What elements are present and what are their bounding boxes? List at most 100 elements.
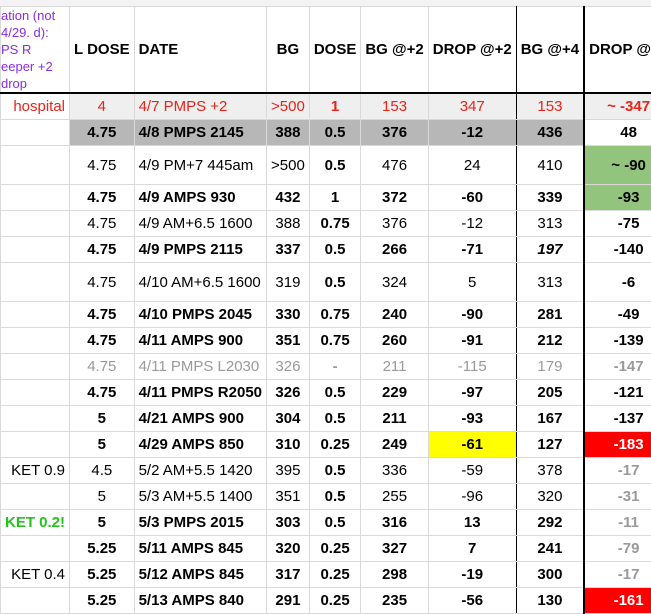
date-cell[interactable]: 5/13 AMPS 840 xyxy=(134,588,266,614)
note-cell[interactable] xyxy=(1,484,70,510)
l-dose-cell[interactable]: 4.75 xyxy=(70,328,135,354)
bg-plus2-cell[interactable]: 336 xyxy=(361,458,428,484)
drop-plus2-cell[interactable]: -91 xyxy=(428,328,516,354)
bg-plus2-cell[interactable]: 211 xyxy=(361,354,428,380)
bg-cell[interactable]: 317 xyxy=(267,562,310,588)
drop-plus4-cell[interactable]: -6 xyxy=(584,263,651,302)
drop-plus2-cell[interactable]: 347 xyxy=(428,93,516,120)
bg-plus2-cell[interactable]: 316 xyxy=(361,510,428,536)
drop-plus4-cell[interactable]: -137 xyxy=(584,406,651,432)
date-cell[interactable]: 4/9 AMPS 930 xyxy=(134,185,266,211)
bg-cell[interactable]: 351 xyxy=(267,328,310,354)
bg-cell[interactable]: 388 xyxy=(267,211,310,237)
bg-cell[interactable]: 395 xyxy=(267,458,310,484)
l-dose-cell[interactable]: 4.75 xyxy=(70,185,135,211)
note-cell[interactable] xyxy=(1,185,70,211)
bg-plus4-cell[interactable]: 436 xyxy=(516,120,584,146)
note-cell[interactable] xyxy=(1,263,70,302)
bg-plus4-cell[interactable]: 205 xyxy=(516,380,584,406)
l-dose-cell[interactable]: 4.75 xyxy=(70,380,135,406)
drop-plus2-cell[interactable]: -96 xyxy=(428,484,516,510)
l-dose-cell[interactable]: 4 xyxy=(70,93,135,120)
drop-plus4-cell[interactable]: -139 xyxy=(584,328,651,354)
bg-plus2-cell[interactable]: 376 xyxy=(361,211,428,237)
date-cell[interactable]: 4/10 PMPS 2045 xyxy=(134,302,266,328)
bg-cell[interactable]: 337 xyxy=(267,237,310,263)
bg-plus2-cell[interactable]: 249 xyxy=(361,432,428,458)
dose-cell[interactable]: 0.5 xyxy=(309,484,361,510)
l-dose-cell[interactable]: 5.25 xyxy=(70,588,135,614)
drop-plus4-cell[interactable]: ~ -347 xyxy=(584,93,651,120)
bg-plus2-cell[interactable]: 229 xyxy=(361,380,428,406)
drop-plus2-cell[interactable]: -12 xyxy=(428,211,516,237)
date-cell[interactable]: 4/7 PMPS +2 xyxy=(134,93,266,120)
header-drop-plus2[interactable]: DROP @+2 xyxy=(428,7,516,94)
bg-plus4-cell[interactable]: 300 xyxy=(516,562,584,588)
drop-plus4-cell[interactable]: -17 xyxy=(584,562,651,588)
bg-plus4-cell[interactable]: 130 xyxy=(516,588,584,614)
bg-plus4-cell[interactable]: 339 xyxy=(516,185,584,211)
bg-plus4-cell[interactable]: 292 xyxy=(516,510,584,536)
drop-plus4-cell[interactable]: ~ -90 xyxy=(584,146,651,185)
drop-plus2-cell[interactable]: -12 xyxy=(428,120,516,146)
note-cell[interactable] xyxy=(1,406,70,432)
note-cell[interactable] xyxy=(1,432,70,458)
bg-cell[interactable]: 319 xyxy=(267,263,310,302)
drop-plus4-cell[interactable]: -49 xyxy=(584,302,651,328)
drop-plus4-cell[interactable]: -93 xyxy=(584,185,651,211)
drop-plus2-cell[interactable]: -19 xyxy=(428,562,516,588)
header-l-dose[interactable]: L DOSE xyxy=(70,7,135,94)
bg-plus4-cell[interactable]: 212 xyxy=(516,328,584,354)
bg-plus2-cell[interactable]: 235 xyxy=(361,588,428,614)
drop-plus2-cell[interactable]: -71 xyxy=(428,237,516,263)
dose-cell[interactable]: 0.5 xyxy=(309,510,361,536)
header-date[interactable]: DATE xyxy=(134,7,266,94)
drop-plus4-cell[interactable]: -183 xyxy=(584,432,651,458)
bg-plus4-cell[interactable]: 378 xyxy=(516,458,584,484)
note-cell[interactable]: hospital xyxy=(1,93,70,120)
l-dose-cell[interactable]: 4.75 xyxy=(70,211,135,237)
bg-plus4-cell[interactable]: 313 xyxy=(516,263,584,302)
drop-plus4-cell[interactable]: -79 xyxy=(584,536,651,562)
bg-plus2-cell[interactable]: 327 xyxy=(361,536,428,562)
header-bg-plus4[interactable]: BG @+4 xyxy=(516,7,584,94)
l-dose-cell[interactable]: 4.75 xyxy=(70,146,135,185)
header-drop-plus4[interactable]: DROP @+4 xyxy=(584,7,651,94)
dose-cell[interactable]: 0.25 xyxy=(309,562,361,588)
dose-cell[interactable]: 0.75 xyxy=(309,302,361,328)
header-note[interactable]: ation (not 4/29. d): PS R eeper +2 drop xyxy=(1,7,70,94)
bg-cell[interactable]: 432 xyxy=(267,185,310,211)
bg-plus2-cell[interactable]: 266 xyxy=(361,237,428,263)
drop-plus4-cell[interactable]: -31 xyxy=(584,484,651,510)
date-cell[interactable]: 4/11 AMPS 900 xyxy=(134,328,266,354)
note-cell[interactable] xyxy=(1,380,70,406)
date-cell[interactable]: 4/10 AM+6.5 1600 xyxy=(134,263,266,302)
drop-plus2-cell[interactable]: -59 xyxy=(428,458,516,484)
date-cell[interactable]: 4/11 PMPS R2050 xyxy=(134,380,266,406)
date-cell[interactable]: 5/3 PMPS 2015 xyxy=(134,510,266,536)
bg-cell[interactable]: >500 xyxy=(267,93,310,120)
date-cell[interactable]: 4/29 AMPS 850 xyxy=(134,432,266,458)
dose-cell[interactable]: 0.25 xyxy=(309,536,361,562)
drop-plus4-cell[interactable]: -161 xyxy=(584,588,651,614)
bg-plus4-cell[interactable]: 197 xyxy=(516,237,584,263)
drop-plus2-cell[interactable]: -61 xyxy=(428,432,516,458)
dose-cell[interactable]: 0.5 xyxy=(309,237,361,263)
bg-plus4-cell[interactable]: 320 xyxy=(516,484,584,510)
bg-plus2-cell[interactable]: 240 xyxy=(361,302,428,328)
drop-plus4-cell[interactable]: -121 xyxy=(584,380,651,406)
drop-plus2-cell[interactable]: -97 xyxy=(428,380,516,406)
dose-cell[interactable]: 0.5 xyxy=(309,458,361,484)
bg-cell[interactable]: 351 xyxy=(267,484,310,510)
l-dose-cell[interactable]: 4.75 xyxy=(70,237,135,263)
bg-plus2-cell[interactable]: 376 xyxy=(361,120,428,146)
date-cell[interactable]: 4/9 PMPS 2115 xyxy=(134,237,266,263)
l-dose-cell[interactable]: 4.75 xyxy=(70,263,135,302)
dose-cell[interactable]: 0.5 xyxy=(309,146,361,185)
drop-plus2-cell[interactable]: -93 xyxy=(428,406,516,432)
drop-plus2-cell[interactable]: 7 xyxy=(428,536,516,562)
note-cell[interactable] xyxy=(1,328,70,354)
bg-plus4-cell[interactable]: 153 xyxy=(516,93,584,120)
date-cell[interactable]: 4/9 AM+6.5 1600 xyxy=(134,211,266,237)
bg-plus2-cell[interactable]: 476 xyxy=(361,146,428,185)
